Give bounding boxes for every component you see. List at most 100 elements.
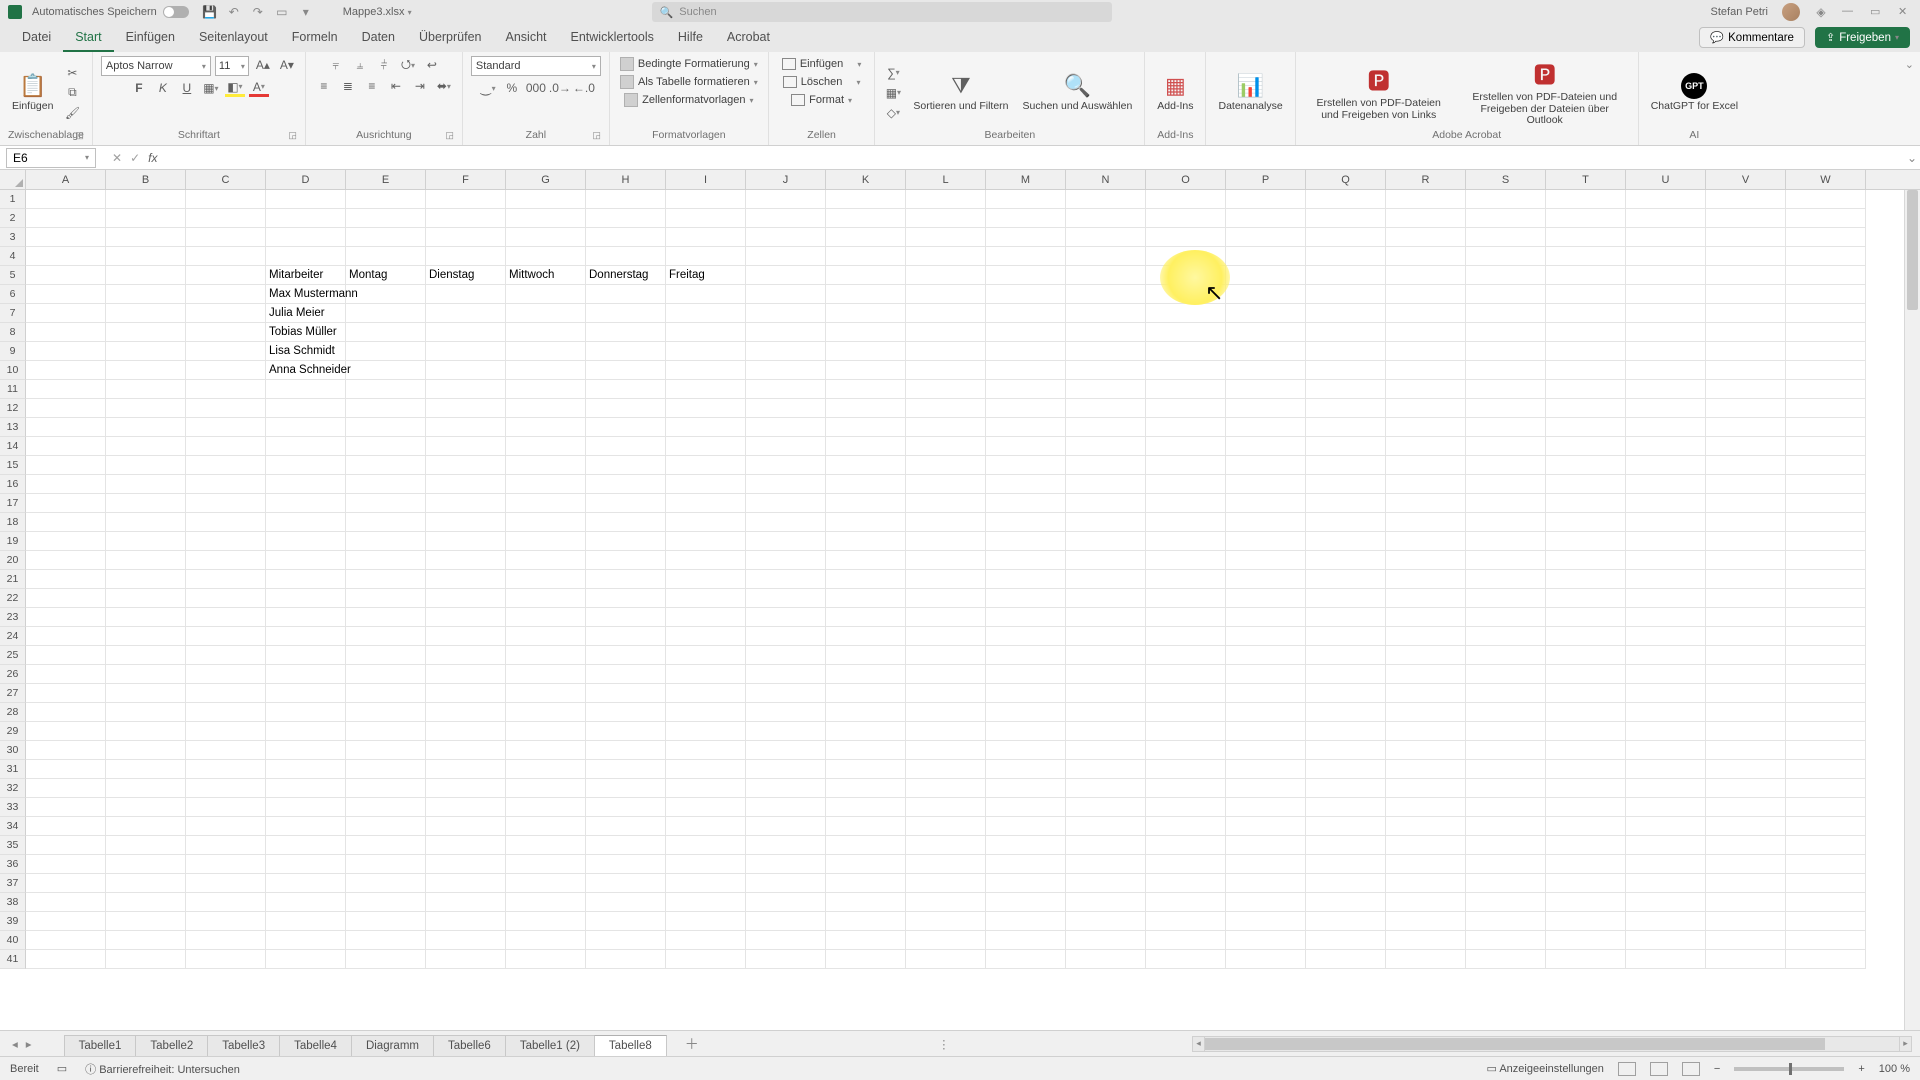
column-header[interactable]: P <box>1226 170 1306 189</box>
cell[interactable] <box>1066 836 1146 855</box>
cell[interactable] <box>666 418 746 437</box>
cell[interactable] <box>106 380 186 399</box>
cell[interactable] <box>986 646 1066 665</box>
cell[interactable] <box>106 627 186 646</box>
cell[interactable] <box>586 190 666 209</box>
cell[interactable] <box>906 418 986 437</box>
cell[interactable] <box>1226 722 1306 741</box>
cell[interactable] <box>26 475 106 494</box>
cell[interactable] <box>1146 855 1226 874</box>
cell[interactable] <box>346 285 426 304</box>
cell[interactable] <box>26 513 106 532</box>
cell[interactable] <box>1066 950 1146 969</box>
cell[interactable] <box>26 893 106 912</box>
cell[interactable] <box>586 323 666 342</box>
cell[interactable] <box>266 779 346 798</box>
cell[interactable] <box>186 627 266 646</box>
cell[interactable] <box>426 551 506 570</box>
cell[interactable] <box>906 950 986 969</box>
normal-view-icon[interactable] <box>1618 1062 1636 1076</box>
row-header[interactable]: 40 <box>0 931 26 950</box>
horizontal-scrollbar[interactable]: ◂ ▸ <box>1192 1036 1912 1052</box>
cell[interactable] <box>586 513 666 532</box>
cell[interactable] <box>1066 532 1146 551</box>
cell[interactable] <box>506 950 586 969</box>
cell[interactable] <box>346 950 426 969</box>
row-header[interactable]: 34 <box>0 817 26 836</box>
cell[interactable] <box>1146 361 1226 380</box>
increase-font-icon[interactable]: A▴ <box>253 56 273 74</box>
cell[interactable] <box>746 665 826 684</box>
cell[interactable] <box>906 285 986 304</box>
undo-icon[interactable]: ↶ <box>227 5 241 19</box>
cell[interactable] <box>426 456 506 475</box>
cell[interactable] <box>1466 418 1546 437</box>
cell[interactable] <box>1466 342 1546 361</box>
cell[interactable] <box>1066 342 1146 361</box>
cell[interactable] <box>1706 646 1786 665</box>
data-analysis-button[interactable]: 📊Datenanalyse <box>1214 71 1286 115</box>
autosum-icon[interactable]: ∑▾ <box>883 64 903 82</box>
cell[interactable] <box>186 665 266 684</box>
merge-icon[interactable]: ⬌▾ <box>434 77 454 95</box>
cell[interactable] <box>746 722 826 741</box>
cell[interactable] <box>666 247 746 266</box>
cell[interactable] <box>746 342 826 361</box>
cell[interactable] <box>746 513 826 532</box>
cell[interactable] <box>106 209 186 228</box>
cell[interactable] <box>1226 551 1306 570</box>
cell[interactable] <box>1546 798 1626 817</box>
cell[interactable] <box>106 684 186 703</box>
cell[interactable] <box>1386 342 1466 361</box>
cell[interactable] <box>1546 532 1626 551</box>
cell[interactable] <box>1626 798 1706 817</box>
cell[interactable] <box>1786 665 1866 684</box>
cell[interactable] <box>986 513 1066 532</box>
display-settings-button[interactable]: ▭ Anzeigeeinstellungen <box>1486 1062 1603 1075</box>
cell[interactable] <box>346 760 426 779</box>
cell[interactable] <box>746 551 826 570</box>
cell[interactable] <box>746 950 826 969</box>
cell[interactable] <box>1306 665 1386 684</box>
cell[interactable] <box>906 836 986 855</box>
cell[interactable] <box>906 741 986 760</box>
cell[interactable] <box>586 399 666 418</box>
increase-decimal-icon[interactable]: .0→ <box>550 79 570 97</box>
cell[interactable] <box>186 418 266 437</box>
cell[interactable] <box>426 247 506 266</box>
cell[interactable] <box>1306 589 1386 608</box>
cell[interactable] <box>106 513 186 532</box>
cell[interactable] <box>906 912 986 931</box>
cell[interactable] <box>586 570 666 589</box>
autosave-toggle[interactable]: Automatisches Speichern <box>32 6 189 18</box>
cell[interactable] <box>826 779 906 798</box>
cell[interactable] <box>586 380 666 399</box>
cell[interactable] <box>1146 437 1226 456</box>
cell[interactable] <box>1386 380 1466 399</box>
cell[interactable] <box>186 551 266 570</box>
cell[interactable] <box>1626 285 1706 304</box>
cell[interactable] <box>746 589 826 608</box>
cell[interactable] <box>426 532 506 551</box>
cell[interactable] <box>1706 266 1786 285</box>
cell[interactable] <box>26 494 106 513</box>
cell[interactable] <box>1146 874 1226 893</box>
cell[interactable] <box>26 722 106 741</box>
cell[interactable] <box>346 304 426 323</box>
cell[interactable] <box>986 798 1066 817</box>
cell[interactable] <box>1146 741 1226 760</box>
wrap-text-icon[interactable]: ↩ <box>422 56 442 74</box>
cell[interactable] <box>1386 779 1466 798</box>
cell[interactable] <box>1546 608 1626 627</box>
cell[interactable] <box>26 247 106 266</box>
cell[interactable] <box>746 912 826 931</box>
cell[interactable] <box>1786 950 1866 969</box>
cell[interactable] <box>586 950 666 969</box>
cell[interactable] <box>1706 836 1786 855</box>
cell[interactable] <box>1146 684 1226 703</box>
italic-icon[interactable]: K <box>153 79 173 97</box>
cell[interactable] <box>586 874 666 893</box>
cell[interactable] <box>906 855 986 874</box>
cell[interactable] <box>1146 209 1226 228</box>
cell[interactable] <box>1066 228 1146 247</box>
